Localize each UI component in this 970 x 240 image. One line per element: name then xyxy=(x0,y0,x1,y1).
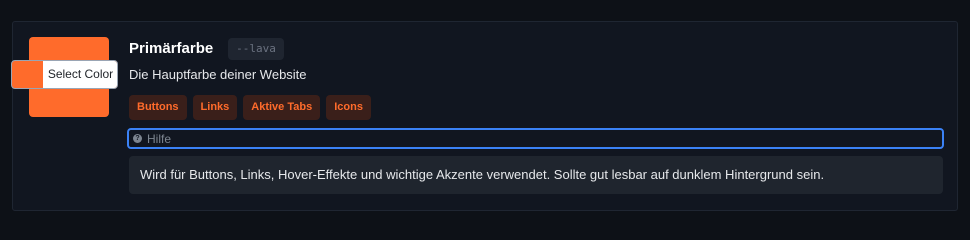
help-text: Wird für Buttons, Links, Hover-Effekte u… xyxy=(129,156,943,194)
usage-tag-buttons: Buttons xyxy=(129,95,187,120)
usage-tag-active-tabs: Aktive Tabs xyxy=(243,95,321,120)
help-toggle[interactable]: ? Hilfe xyxy=(127,128,944,149)
usage-tag-links: Links xyxy=(192,95,238,120)
usage-tag-icons: Icons xyxy=(326,95,371,120)
usage-tag-list: Buttons Links Aktive Tabs Icons xyxy=(129,95,371,120)
setting-description: Die Hauptfarbe deiner Website xyxy=(129,67,307,82)
select-color-button[interactable]: Select Color xyxy=(43,61,117,88)
question-icon: ? xyxy=(133,134,142,143)
color-picker[interactable]: Select Color xyxy=(11,60,118,89)
help-toggle-label: Hilfe xyxy=(147,131,172,146)
css-variable-badge: --lava xyxy=(228,38,284,60)
setting-title: Primärfarbe xyxy=(129,40,214,57)
